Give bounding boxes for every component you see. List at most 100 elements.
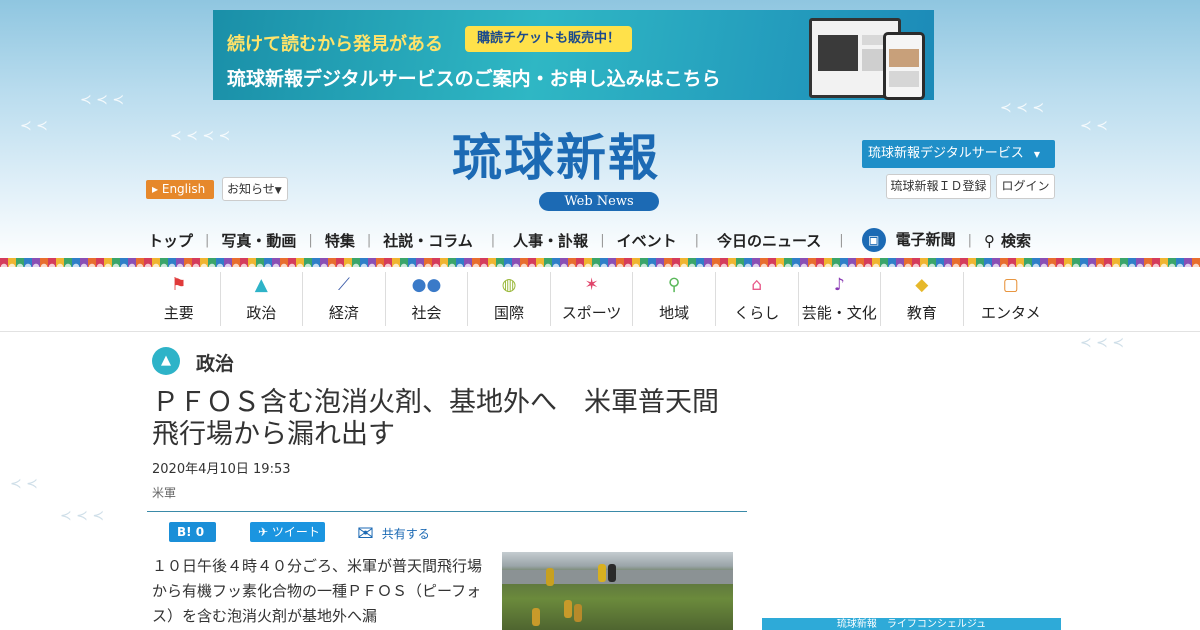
category-international[interactable]: ◍ 国際 [468,272,551,326]
nav-events[interactable]: イベント [617,230,677,251]
share-label: 共有する [381,526,430,541]
english-label: English [161,182,206,196]
nav-divider [0,331,1200,332]
caret-down-icon: ▼ [1033,150,1041,159]
fish-decoration: ≺ ≺ ≺ [60,508,105,524]
fish-decoration: ≺ ≺ ≺ ≺ [170,128,231,144]
article-body: １０日午後４時４０分ごろ、米軍が普天間飛行場から有機フッ素化合物の一種ＰＦＯＳ（… [152,557,483,625]
decorative-wave-overlay [0,258,1200,267]
section-title[interactable]: 政治 [196,349,234,376]
envelope-icon: ✉ [357,521,374,545]
fish-decoration: ≺ ≺ ≺ [1000,100,1045,116]
nav-todays-news[interactable]: 今日のニュース [717,230,821,251]
article-divider [147,511,747,512]
digital-service-label: 琉球新報デジタルサービス [868,146,1024,161]
category-label: スポーツ [561,304,622,322]
category-economy[interactable]: ⟋ 経済 [303,272,386,326]
category-label: 主要 [163,304,194,322]
nav-editorial[interactable]: 社説・コラム [383,230,473,251]
caret-right-icon: ▸ [152,182,159,196]
banner-ticket-badge: 購読チケットも販売中！ [465,26,633,52]
share-button[interactable]: ✉ 共有する [357,521,430,545]
nav-personnel[interactable]: 人事・訃報 [513,230,588,251]
category-sports[interactable]: ✶ スポーツ [551,272,634,326]
fish-decoration: ≺ ≺ [1080,118,1108,134]
twitter-bird-icon: ✈ [258,525,269,539]
fish-decoration: ≺ ≺ [20,118,48,134]
fish-decoration: ≺ ≺ ≺ [1080,335,1125,351]
nav-separator: | [308,232,313,248]
chart-icon: ⟋ [337,275,350,295]
nav-separator: | [694,232,699,248]
nav-separator: | [366,232,372,248]
monitor-icon: ▣ [861,228,886,252]
phone-illustration [883,32,925,100]
graduation-cap-icon: ◆ [915,275,929,295]
pin-icon: ⚲ [667,275,681,295]
category-label: 芸能・文化 [801,304,877,322]
search-icon: ⚲ [984,231,996,250]
nav-search[interactable]: ⚲ 検索 [984,230,1031,251]
search-label: 検索 [1001,231,1032,250]
english-button[interactable]: ▸ English [146,180,214,199]
category-lifestyle[interactable]: ⌂ くらし [716,272,799,326]
parliament-icon: ▲ [152,347,180,375]
id-register-button[interactable]: 琉球新報ＩＤ登録 [886,174,991,199]
nav-features[interactable]: 特集 [325,230,355,251]
article-photo[interactable] [502,552,733,630]
flag-icon: ⚑ [171,275,187,295]
hatena-bookmark-button[interactable]: B! 0 [169,522,216,542]
site-logo[interactable]: 琉球新報 [452,128,752,188]
category-label: エンタメ [981,304,1041,322]
runner-icon: ✶ [584,275,599,295]
nav-separator: | [205,232,210,248]
notice-label: お知らせ [227,182,275,196]
digital-service-dropdown[interactable]: 琉球新報デジタルサービス ▼ [862,140,1055,168]
article-headline: ＰＦＯＳ含む泡消火剤、基地外へ 米軍普天間飛行場から漏れ出す [152,387,719,450]
category-label: くらし [734,304,780,322]
category-entertainment[interactable]: ▢ エンタメ [964,272,1058,326]
caret-down-icon: ▼ [274,186,282,196]
category-society[interactable]: ●● 社会 [386,272,469,326]
category-label: 社会 [411,304,442,322]
nav-separator: | [967,232,973,248]
banner-subline: 琉球新報デジタルサービスのご案内・お申し込みはこちら [227,68,721,90]
globe-icon: ◍ [501,275,517,295]
people-icon: ●● [411,275,442,295]
web-news-badge: Web News [539,192,659,211]
article-date: 2020年4月10日 19:53 [152,462,291,477]
fish-decoration: ≺ ≺ [10,476,38,492]
notice-dropdown[interactable]: お知らせ▼ [222,177,288,201]
category-culture[interactable]: ♪ 芸能・文化 [799,272,882,326]
tv-icon: ▢ [1002,275,1019,295]
category-education[interactable]: ◆ 教育 [881,272,964,326]
e-newspaper-label: 電子新聞 [895,230,956,249]
nav-photo-video[interactable]: 写真・動画 [221,230,296,251]
nav-separator: | [600,232,605,248]
main-navigation: トップ | 写真・動画 | 特集 | 社説・コラム | 人事・訃報 | イベント… [148,228,1048,252]
banner-headline: 続けて読むから発見がある [227,34,443,55]
category-label: 経済 [328,304,359,322]
category-label: 教育 [906,304,937,322]
category-label: 政治 [246,304,277,322]
digital-service-banner[interactable]: 続けて読むから発見がある 購読チケットも販売中！ 琉球新報デジタルサービスのご案… [213,10,934,100]
category-region[interactable]: ⚲ 地域 [633,272,716,326]
parliament-icon: ▲ [254,275,268,295]
house-icon: ⌂ [751,275,763,295]
nav-separator: | [839,232,844,248]
category-label: 国際 [494,304,525,322]
category-main[interactable]: ⚑ 主要 [138,272,221,326]
login-button[interactable]: ログイン [996,174,1055,199]
category-politics[interactable]: ▲ 政治 [221,272,304,326]
nav-separator: | [490,232,496,248]
tweet-button[interactable]: ✈ ツイート [250,522,325,542]
category-label: 地域 [659,304,690,322]
tweet-label: ツイート [271,525,320,539]
sanshin-icon: ♪ [833,275,845,295]
nav-top[interactable]: トップ [148,230,193,251]
category-navigation: ⚑ 主要 ▲ 政治 ⟋ 経済 ●● 社会 ◍ 国際 ✶ スポーツ ⚲ 地域 ⌂ … [138,272,1058,326]
fish-decoration: ≺ ≺ ≺ [80,92,125,108]
article-tag[interactable]: 米軍 [152,484,176,501]
nav-e-newspaper[interactable]: ▣ 電子新聞 [861,228,956,252]
sidebar-banner[interactable]: 琉球新報 ライフコンシェルジュ [762,618,1061,630]
